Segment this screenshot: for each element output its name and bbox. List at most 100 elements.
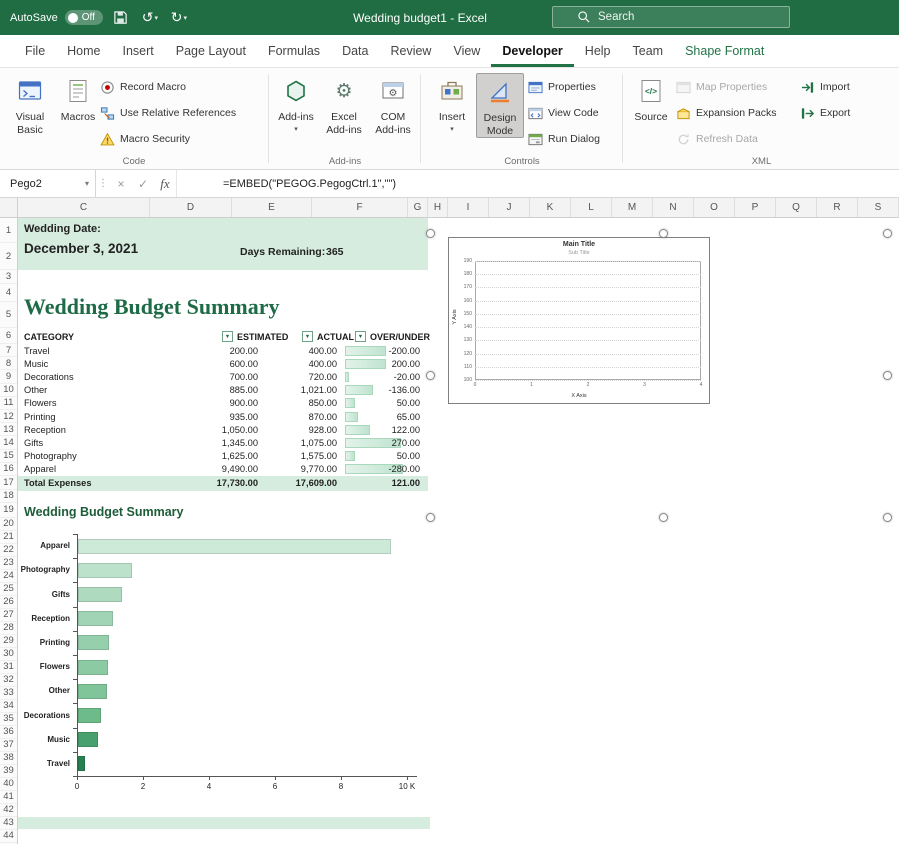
tab-shape-format[interactable]: Shape Format — [674, 35, 775, 67]
map-properties-button[interactable]: Map Properties — [676, 76, 767, 98]
autosave-toggle[interactable]: Off — [65, 10, 103, 25]
source-button[interactable]: </> Source — [630, 73, 672, 124]
row-header-13[interactable]: 13 — [0, 423, 17, 436]
cells-area[interactable]: Wedding Date: December 3, 2021 Days Rema… — [18, 218, 899, 844]
row-header-9[interactable]: 9 — [0, 370, 17, 383]
resize-handle-n[interactable] — [659, 229, 668, 238]
row-header-42[interactable]: 42 — [0, 804, 17, 817]
column-header-h[interactable]: H — [428, 198, 448, 217]
resize-handle-w[interactable] — [426, 371, 435, 380]
row-header-1[interactable]: 1 — [0, 218, 17, 243]
row-header-14[interactable]: 14 — [0, 436, 17, 449]
column-header-k[interactable]: K — [530, 198, 571, 217]
row-header-7[interactable]: 7 — [0, 344, 17, 357]
macro-security-button[interactable]: Macro Security — [100, 128, 190, 150]
visual-basic-button[interactable]: Visual Basic — [6, 73, 54, 136]
column-header-p[interactable]: P — [735, 198, 776, 217]
row-header-28[interactable]: 28 — [0, 622, 17, 635]
column-header-f[interactable]: F — [312, 198, 408, 217]
row-header-6[interactable]: 6 — [0, 328, 17, 344]
row-header-35[interactable]: 35 — [0, 713, 17, 726]
column-header-i[interactable]: I — [448, 198, 489, 217]
column-header-g[interactable]: G — [408, 198, 428, 217]
search-box[interactable]: Search — [552, 6, 790, 28]
row-header-30[interactable]: 30 — [0, 648, 17, 661]
insert-function-button[interactable]: fx — [154, 170, 176, 197]
undo-button[interactable]: ↺▾ — [139, 6, 161, 30]
row-header-15[interactable]: 15 — [0, 450, 17, 463]
design-mode-button[interactable]: Design Mode — [476, 73, 524, 138]
row-header-5[interactable]: 5 — [0, 302, 17, 328]
resize-handle-e[interactable] — [883, 371, 892, 380]
save-button[interactable] — [110, 6, 132, 30]
formula-bar-splitter[interactable]: ⋮ — [96, 170, 110, 197]
resize-handle-sw[interactable] — [426, 513, 435, 522]
row-header-38[interactable]: 38 — [0, 752, 17, 765]
import-button[interactable]: Import — [800, 76, 850, 98]
column-header-j[interactable]: J — [489, 198, 530, 217]
column-header-m[interactable]: M — [612, 198, 653, 217]
run-dialog-button[interactable]: Run Dialog — [528, 128, 600, 150]
com-add-ins-button[interactable]: ⚙ COM Add-ins — [370, 73, 416, 136]
row-header-32[interactable]: 32 — [0, 674, 17, 687]
row-header-17[interactable]: 17 — [0, 476, 17, 490]
tab-page-layout[interactable]: Page Layout — [165, 35, 257, 67]
row-header-2[interactable]: 2 — [0, 243, 17, 270]
resize-handle-s[interactable] — [659, 513, 668, 522]
tab-data[interactable]: Data — [331, 35, 379, 67]
cancel-button[interactable]: × — [110, 170, 132, 197]
tab-file[interactable]: File — [14, 35, 56, 67]
view-code-button[interactable]: View Code — [528, 102, 599, 124]
column-header-r[interactable]: R — [817, 198, 858, 217]
row-header-11[interactable]: 11 — [0, 397, 17, 410]
tab-help[interactable]: Help — [574, 35, 622, 67]
row-header-18[interactable]: 18 — [0, 490, 17, 503]
expansion-packs-button[interactable]: Expansion Packs — [676, 102, 777, 124]
row-header-40[interactable]: 40 — [0, 778, 17, 791]
row-header-33[interactable]: 33 — [0, 687, 17, 700]
row-header-12[interactable]: 12 — [0, 410, 17, 423]
refresh-data-button[interactable]: Refresh Data — [676, 128, 758, 150]
row-header-41[interactable]: 41 — [0, 791, 17, 804]
tab-developer[interactable]: Developer — [491, 35, 573, 67]
column-header-d[interactable]: D — [150, 198, 232, 217]
row-header-16[interactable]: 16 — [0, 463, 17, 476]
row-header-39[interactable]: 39 — [0, 765, 17, 778]
resize-handle-ne[interactable] — [883, 229, 892, 238]
record-macro-button[interactable]: Record Macro — [100, 76, 186, 98]
row-header-21[interactable]: 21 — [0, 531, 17, 544]
row-header-20[interactable]: 20 — [0, 518, 17, 531]
row-header-4[interactable]: 4 — [0, 284, 17, 302]
use-relative-references-button[interactable]: Use Relative References — [100, 102, 236, 124]
column-header-q[interactable]: Q — [776, 198, 817, 217]
enter-button[interactable]: ✓ — [132, 170, 154, 197]
tab-insert[interactable]: Insert — [112, 35, 165, 67]
row-header-29[interactable]: 29 — [0, 635, 17, 648]
row-header-24[interactable]: 24 — [0, 570, 17, 583]
row-header-44[interactable]: 44 — [0, 830, 17, 843]
column-header-s[interactable]: S — [858, 198, 899, 217]
formula-input[interactable]: =EMBED("PEGOG.PegogCtrl.1","") — [176, 170, 899, 197]
redo-button[interactable]: ↻▾ — [168, 6, 190, 30]
tab-team[interactable]: Team — [622, 35, 675, 67]
row-header-27[interactable]: 27 — [0, 609, 17, 622]
add-ins-button[interactable]: Add-ins ▾ — [274, 73, 318, 133]
column-header-e[interactable]: E — [232, 198, 312, 217]
row-header-3[interactable]: 3 — [0, 270, 17, 284]
excel-add-ins-button[interactable]: ⚙ Excel Add-ins — [320, 73, 368, 136]
properties-button[interactable]: Properties — [528, 76, 596, 98]
row-header-8[interactable]: 8 — [0, 357, 17, 370]
row-header-22[interactable]: 22 — [0, 544, 17, 557]
tab-formulas[interactable]: Formulas — [257, 35, 331, 67]
macros-button[interactable]: Macros — [56, 73, 100, 124]
column-header-c[interactable]: C — [18, 198, 150, 217]
resize-handle-nw[interactable] — [426, 229, 435, 238]
export-button[interactable]: Export — [800, 102, 850, 124]
row-header-25[interactable]: 25 — [0, 583, 17, 596]
column-header-l[interactable]: L — [571, 198, 612, 217]
row-header-23[interactable]: 23 — [0, 557, 17, 570]
insert-control-button[interactable]: Insert ▾ — [430, 73, 474, 133]
row-header-34[interactable]: 34 — [0, 700, 17, 713]
row-header-31[interactable]: 31 — [0, 661, 17, 674]
resize-handle-se[interactable] — [883, 513, 892, 522]
